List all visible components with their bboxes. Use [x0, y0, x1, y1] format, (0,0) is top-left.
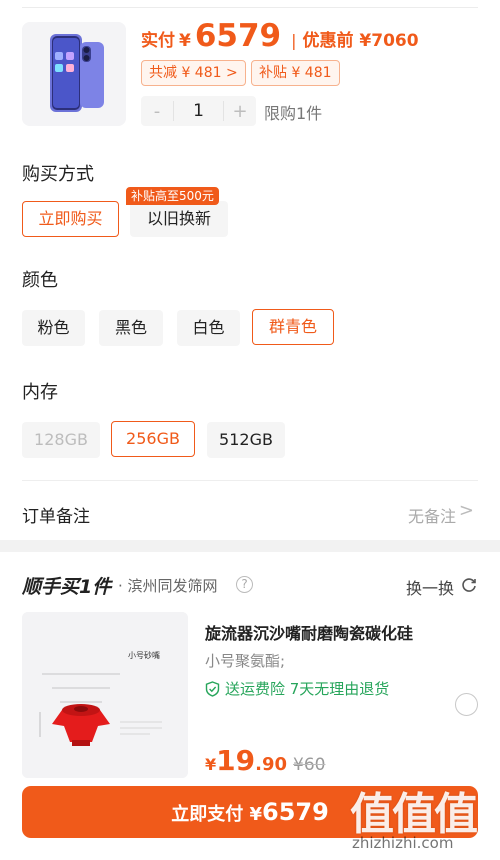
- color-option-pink[interactable]: 粉色: [22, 310, 85, 346]
- addon-original-price: ¥60: [293, 755, 326, 775]
- help-icon[interactable]: ?: [236, 576, 253, 593]
- subsidy-tag: 补贴 ¥ 481: [251, 60, 340, 86]
- top-divider: [22, 7, 478, 8]
- addon-item-spec: 小号聚氨酯;: [205, 652, 286, 670]
- price-separator: |: [291, 31, 297, 50]
- storage-option-128gb: 128GB: [22, 422, 100, 458]
- currency-symbol: ¥: [179, 31, 191, 51]
- quantity-stepper: - 1 +: [141, 96, 256, 126]
- shunshoumai-logo: 顺手买1件: [22, 576, 112, 598]
- decrease-button[interactable]: -: [141, 101, 173, 122]
- price-before-discount: 优惠前 ¥7060: [302, 31, 419, 51]
- shield-check-icon: [205, 680, 220, 697]
- addon-shop-name: · 滨州同发筛网: [118, 577, 218, 595]
- order-note-label[interactable]: 订单备注: [22, 502, 90, 527]
- addon-price-currency: ¥: [205, 755, 217, 774]
- sand-nozzle-image: 小号砂嘴: [22, 612, 188, 778]
- color-option-black[interactable]: 黑色: [99, 310, 163, 346]
- paid-amount: 6579: [194, 18, 282, 54]
- storage-option-256gb[interactable]: 256GB: [111, 421, 195, 457]
- phone-image: [22, 22, 126, 126]
- paid-label: 实付: [141, 31, 175, 51]
- storage-option-512gb[interactable]: 512GB: [207, 422, 285, 458]
- section-divider: [22, 480, 478, 481]
- guarantee-text: 送运费险 7天无理由退货: [225, 680, 390, 698]
- swap-button[interactable]: 换一换: [406, 575, 454, 599]
- addon-price-decimal: .90: [255, 754, 287, 775]
- option-trade-in[interactable]: 以旧换新: [130, 201, 228, 237]
- pay-now-amount: 6579: [262, 798, 329, 826]
- increase-button[interactable]: +: [224, 101, 256, 122]
- addon-item-price: ¥ 19 .90 ¥60: [205, 744, 325, 777]
- addon-item-title[interactable]: 旋流器沉沙嘴耐磨陶瓷碳化硅: [205, 620, 413, 644]
- refresh-icon[interactable]: [460, 576, 478, 594]
- discount-tag[interactable]: 共减 ¥ 481 >: [141, 60, 246, 86]
- color-title: 颜色: [22, 270, 58, 291]
- addon-price-integer: 19: [216, 744, 256, 777]
- order-note-value[interactable]: 无备注: [408, 503, 456, 527]
- quantity-value[interactable]: 1: [173, 101, 224, 121]
- paid-price-row: 实付 ¥ 6579 | 优惠前 ¥7060: [141, 18, 419, 58]
- order-card: 实付 ¥ 6579 | 优惠前 ¥7060 共减 ¥ 481 > 补贴 ¥ 48…: [0, 0, 500, 540]
- guarantee-row: 送运费险 7天无理由退货: [205, 678, 389, 699]
- subsidy-bubble: 补贴高至500元: [126, 187, 219, 205]
- purchase-limit: 限购1件: [264, 104, 323, 123]
- product-thumbnail[interactable]: [22, 22, 126, 126]
- addon-item-image[interactable]: 小号砂嘴: [22, 612, 188, 778]
- color-option-ultramarine[interactable]: 群青色: [252, 309, 334, 345]
- purchase-method-title: 购买方式: [22, 164, 94, 185]
- color-option-white[interactable]: 白色: [177, 310, 240, 346]
- storage-title: 内存: [22, 382, 58, 403]
- image-caption: 小号砂嘴: [128, 650, 160, 660]
- pay-now-label: 立即支付 ¥: [171, 804, 262, 825]
- option-buy-now[interactable]: 立即购买: [22, 201, 119, 237]
- pay-now-button[interactable]: 立即支付 ¥6579: [22, 786, 478, 838]
- chevron-right-icon[interactable]: >: [459, 500, 474, 521]
- select-radio[interactable]: [455, 693, 478, 716]
